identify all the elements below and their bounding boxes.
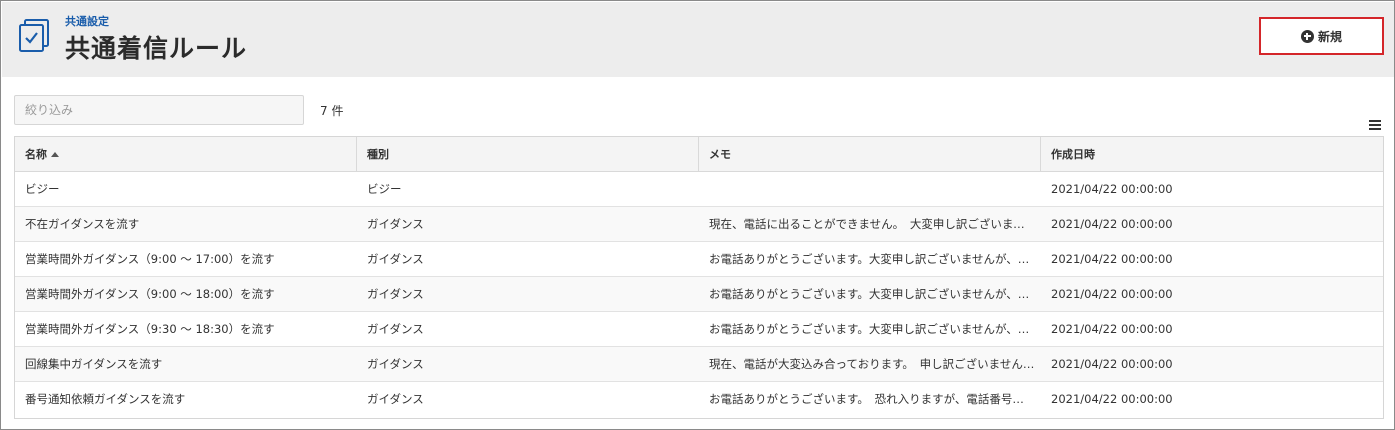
table-row[interactable]: 番号通知依頼ガイダンスを流す ガイダンス お電話ありがとうございます。 恐れ入り…: [15, 382, 1383, 417]
cell-type: ガイダンス: [367, 322, 424, 336]
record-count: 7 件: [320, 104, 344, 118]
new-button[interactable]: 新規: [1259, 17, 1384, 55]
cell-created: 2021/04/22 00:00:00: [1051, 287, 1173, 301]
column-header-label: 作成日時: [1051, 148, 1095, 161]
cell-created: 2021/04/22 00:00:00: [1051, 357, 1173, 371]
table-row[interactable]: 不在ガイダンスを流す ガイダンス 現在、電話に出ることができません。 大変申し訳…: [15, 207, 1383, 242]
cell-type: ビジー: [367, 182, 402, 196]
cell-created: 2021/04/22 00:00:00: [1051, 217, 1173, 231]
filter-input[interactable]: [14, 95, 304, 125]
cell-type: ガイダンス: [367, 392, 424, 406]
page-title: 共通着信ルール: [65, 34, 248, 63]
cell-memo: [699, 172, 1041, 206]
rules-table: 名称 種別 メモ 作成日時 ビジー ビジー 2021/04/22 00:00:0…: [14, 136, 1384, 419]
column-header-label: メモ: [709, 148, 731, 161]
cell-name: 営業時間外ガイダンス（9:30 ～ 18:30）を流す: [25, 322, 275, 336]
cell-created: 2021/04/22 00:00:00: [1051, 392, 1173, 406]
cell-memo: お電話ありがとうございます。大変申し訳ございませんが、…: [709, 252, 1030, 266]
sort-ascending-icon: [51, 151, 59, 157]
cell-type: ガイダンス: [367, 287, 424, 301]
table-row[interactable]: 営業時間外ガイダンス（9:00 ～ 18:00）を流す ガイダンス お電話ありが…: [15, 277, 1383, 312]
table-row[interactable]: 営業時間外ガイダンス（9:00 ～ 17:00）を流す ガイダンス お電話ありが…: [15, 242, 1383, 277]
cell-memo: お電話ありがとうございます。大変申し訳ございませんが、…: [709, 287, 1030, 301]
table-row[interactable]: ビジー ビジー 2021/04/22 00:00:00: [15, 172, 1383, 207]
cell-name: 営業時間外ガイダンス（9:00 ～ 17:00）を流す: [25, 252, 275, 266]
cell-type: ガイダンス: [367, 217, 424, 231]
cell-name: 回線集中ガイダンスを流す: [25, 357, 163, 371]
table-row[interactable]: 回線集中ガイダンスを流す ガイダンス 現在、電話が大変込み合っております。 申し…: [15, 347, 1383, 382]
column-header-type[interactable]: 種別: [357, 137, 699, 171]
cell-created: 2021/04/22 00:00:00: [1051, 182, 1173, 196]
column-header-memo[interactable]: メモ: [699, 137, 1041, 171]
column-header-name[interactable]: 名称: [15, 137, 357, 171]
app-frame: 共通設定 共通着信ルール 新規 7 件 名称 種別 メモ 作成日時: [0, 0, 1395, 430]
column-header-label: 種別: [367, 148, 389, 161]
cell-memo: お電話ありがとうございます。 恐れ入りますが、電話番号…: [709, 392, 1024, 406]
cell-name: 営業時間外ガイダンス（9:00 ～ 18:00）を流す: [25, 287, 275, 301]
cell-created: 2021/04/22 00:00:00: [1051, 322, 1173, 336]
checklist-icon: [19, 19, 49, 52]
table-row[interactable]: 営業時間外ガイダンス（9:30 ～ 18:30）を流す ガイダンス お電話ありが…: [15, 312, 1383, 347]
cell-type: ガイダンス: [367, 357, 424, 371]
page-header: 共通設定 共通着信ルール 新規: [2, 2, 1394, 77]
column-header-created[interactable]: 作成日時: [1041, 137, 1383, 171]
table-header: 名称 種別 メモ 作成日時: [15, 137, 1383, 172]
cell-name: 不在ガイダンスを流す: [25, 217, 140, 231]
cell-memo: 現在、電話が大変込み合っております。 申し訳ございませんが、…: [709, 357, 1035, 371]
cell-memo: 現在、電話に出ることができません。 大変申し訳ございませんが、…: [709, 217, 1035, 231]
column-header-label: 名称: [25, 148, 47, 161]
hamburger-menu-icon[interactable]: [1369, 120, 1381, 130]
cell-name: 番号通知依頼ガイダンスを流す: [25, 392, 186, 406]
cell-name: ビジー: [25, 182, 60, 196]
plus-circle-icon: [1300, 29, 1314, 43]
new-button-label: 新規: [1317, 29, 1342, 44]
breadcrumb[interactable]: 共通設定: [65, 13, 109, 29]
cell-created: 2021/04/22 00:00:00: [1051, 252, 1173, 266]
cell-memo: お電話ありがとうございます。大変申し訳ございませんが、…: [709, 322, 1030, 336]
cell-type: ガイダンス: [367, 252, 424, 266]
